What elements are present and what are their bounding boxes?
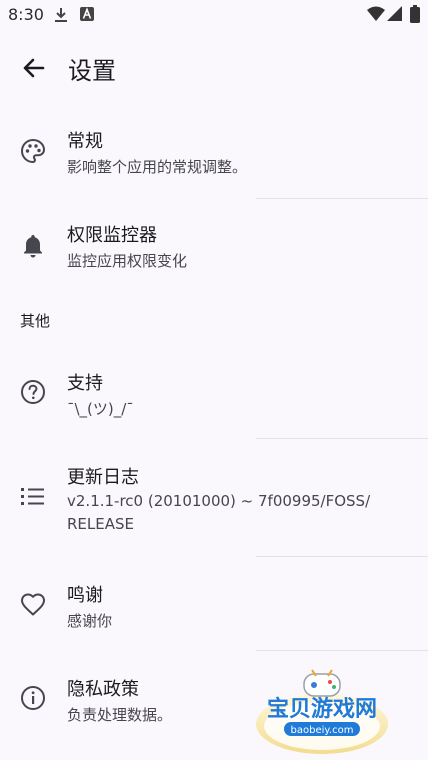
- app-bar: 设置: [0, 36, 428, 100]
- setting-support[interactable]: 支持 ¯\_(ツ)_/¯: [0, 352, 428, 438]
- setting-permission-monitor[interactable]: 权限监控器 监控应用权限变化: [0, 204, 428, 296]
- setting-summary: 影响整个应用的常规调整。: [67, 158, 248, 176]
- watermark-url: baobeiy.com: [291, 725, 354, 736]
- palette-icon: [20, 138, 46, 164]
- info-icon: [21, 686, 45, 710]
- setting-summary: 感谢你: [67, 612, 113, 630]
- back-arrow-icon[interactable]: [16, 50, 52, 86]
- heart-icon: [21, 593, 45, 616]
- setting-summary: 监控应用权限变化: [67, 252, 188, 270]
- watermark-logo: 宝贝游戏网 baobeiy.com: [252, 664, 392, 756]
- setting-credits[interactable]: 鸣谢 感谢你: [0, 564, 428, 650]
- page-title: 设置: [68, 57, 116, 85]
- bell-icon: [24, 235, 42, 258]
- setting-summary: v2.1.1-rc0 (20101000) ~ 7f00995/FOSS/ RE…: [67, 492, 371, 533]
- setting-title: 权限监控器: [67, 225, 157, 246]
- setting-title: 常规: [67, 131, 103, 152]
- setting-general[interactable]: 常规 影响整个应用的常规调整。: [0, 110, 428, 200]
- setting-summary: ¯\_(ツ)_/¯: [67, 400, 134, 418]
- divider: [256, 556, 428, 557]
- divider: [256, 650, 428, 651]
- download-icon: [55, 8, 67, 22]
- setting-changelog[interactable]: 更新日志 v2.1.1-rc0 (20101000) ~ 7f00995/FOS…: [0, 446, 428, 556]
- setting-title: 支持: [67, 373, 103, 394]
- divider: [256, 198, 428, 199]
- help-circle-icon: [21, 380, 45, 404]
- signal-icon: [387, 6, 402, 21]
- status-bar: 8:30: [0, 0, 428, 30]
- setting-title: 更新日志: [67, 467, 139, 488]
- status-time: 8:30: [8, 5, 44, 24]
- setting-title: 隐私政策: [67, 679, 139, 700]
- watermark-text: 宝贝游戏网: [267, 696, 377, 722]
- divider: [256, 438, 428, 439]
- wifi-icon: [367, 6, 385, 21]
- section-header-other: 其他: [20, 312, 51, 330]
- list-icon: [21, 488, 44, 505]
- a-badge-icon: [80, 7, 94, 21]
- setting-title: 鸣谢: [67, 585, 103, 606]
- battery-icon: [410, 5, 420, 23]
